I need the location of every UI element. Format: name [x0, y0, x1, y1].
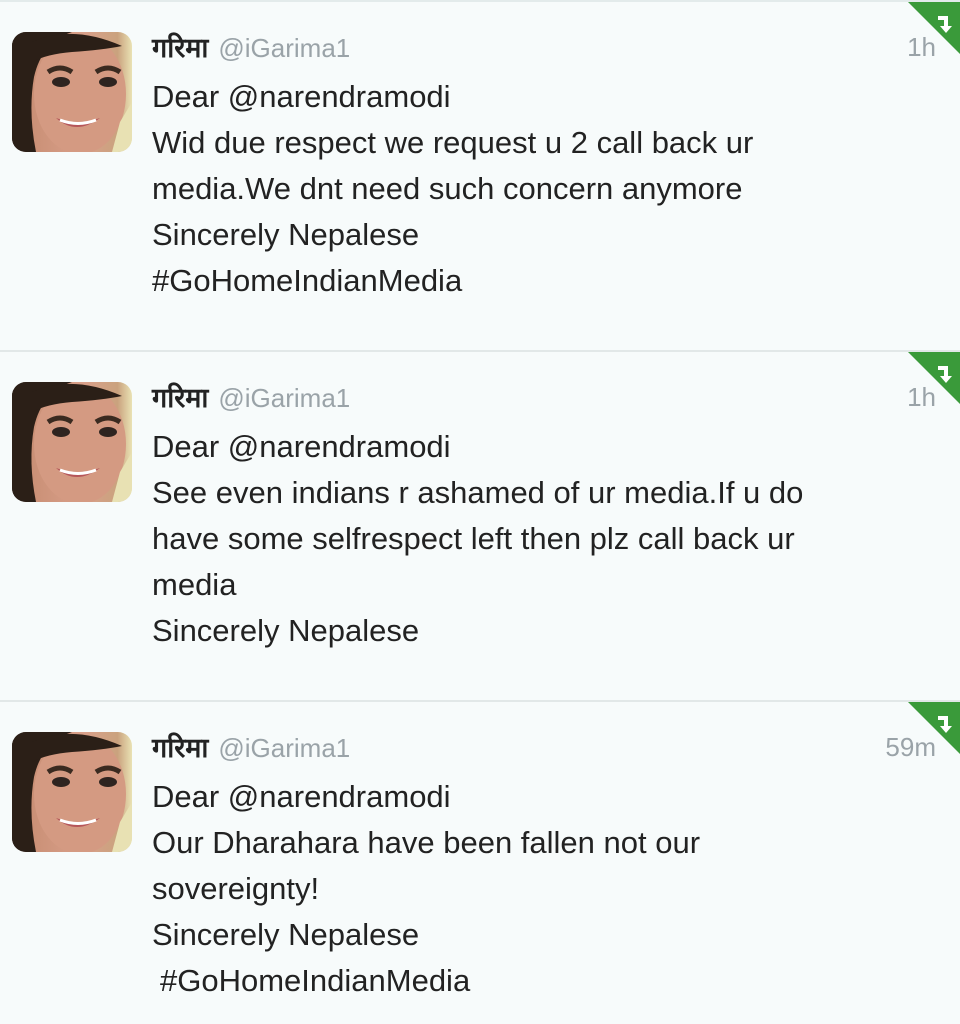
retweet-corner-icon — [908, 2, 960, 54]
tweet-item[interactable]: गरिमा @iGarima1 59m Dear @narendramodi O… — [0, 702, 960, 1024]
display-name[interactable]: गरिमा — [152, 728, 208, 765]
user-handle[interactable]: @iGarima1 — [218, 33, 350, 64]
tweet-item[interactable]: गरिमा @iGarima1 1h Dear @narendramodi Wi… — [0, 2, 960, 352]
tweet-line: Dear @narendramodi — [152, 429, 451, 464]
tweet-line: have some selfrespect left then plz call… — [152, 521, 795, 556]
tweet-line: Sincerely Nepalese — [152, 917, 420, 952]
tweet-text: Dear @narendramodi Our Dharahara have be… — [152, 774, 930, 1004]
tweet-line: media.We dnt need such concern anymore — [152, 171, 743, 206]
avatar[interactable] — [12, 732, 132, 852]
tweet-line: Sincerely Nepalese — [152, 613, 420, 648]
tweet-line: media — [152, 567, 237, 602]
display-name[interactable]: गरिमा — [152, 378, 208, 415]
tweet-timeline: गरिमा @iGarima1 1h Dear @narendramodi Wi… — [0, 0, 960, 1024]
tweet-text: Dear @narendramodi See even indians r as… — [152, 424, 930, 654]
retweet-corner-icon — [908, 702, 960, 754]
user-handle[interactable]: @iGarima1 — [218, 383, 350, 414]
tweet-text: Dear @narendramodi Wid due respect we re… — [152, 74, 930, 304]
avatar-portrait-icon — [12, 382, 132, 502]
tweet-header: गरिमा @iGarima1 — [152, 378, 350, 418]
hashtag-link[interactable]: #GoHomeIndianMedia — [152, 958, 930, 1004]
tweet-item[interactable]: गरिमा @iGarima1 1h Dear @narendramodi Se… — [0, 352, 960, 702]
tweet-header: गरिमा @iGarima1 — [152, 728, 350, 768]
avatar-portrait-icon — [12, 32, 132, 152]
tweet-line: Wid due respect we request u 2 call back… — [152, 125, 754, 160]
display-name[interactable]: गरिमा — [152, 28, 208, 65]
tweet-line: sovereignty! — [152, 871, 320, 906]
avatar[interactable] — [12, 382, 132, 502]
tweet-line: Dear @narendramodi — [152, 779, 451, 814]
hashtag-link[interactable]: #GoHomeIndianMedia — [152, 258, 930, 304]
user-handle[interactable]: @iGarima1 — [218, 733, 350, 764]
retweet-corner-icon — [908, 352, 960, 404]
tweet-line: Dear @narendramodi — [152, 79, 451, 114]
tweet-line: Sincerely Nepalese — [152, 217, 420, 252]
avatar-portrait-icon — [12, 732, 132, 852]
tweet-line: See even indians r ashamed of ur media.I… — [152, 475, 804, 510]
tweet-header: गरिमा @iGarima1 — [152, 28, 350, 68]
avatar[interactable] — [12, 32, 132, 152]
tweet-line: Our Dharahara have been fallen not our — [152, 825, 701, 860]
